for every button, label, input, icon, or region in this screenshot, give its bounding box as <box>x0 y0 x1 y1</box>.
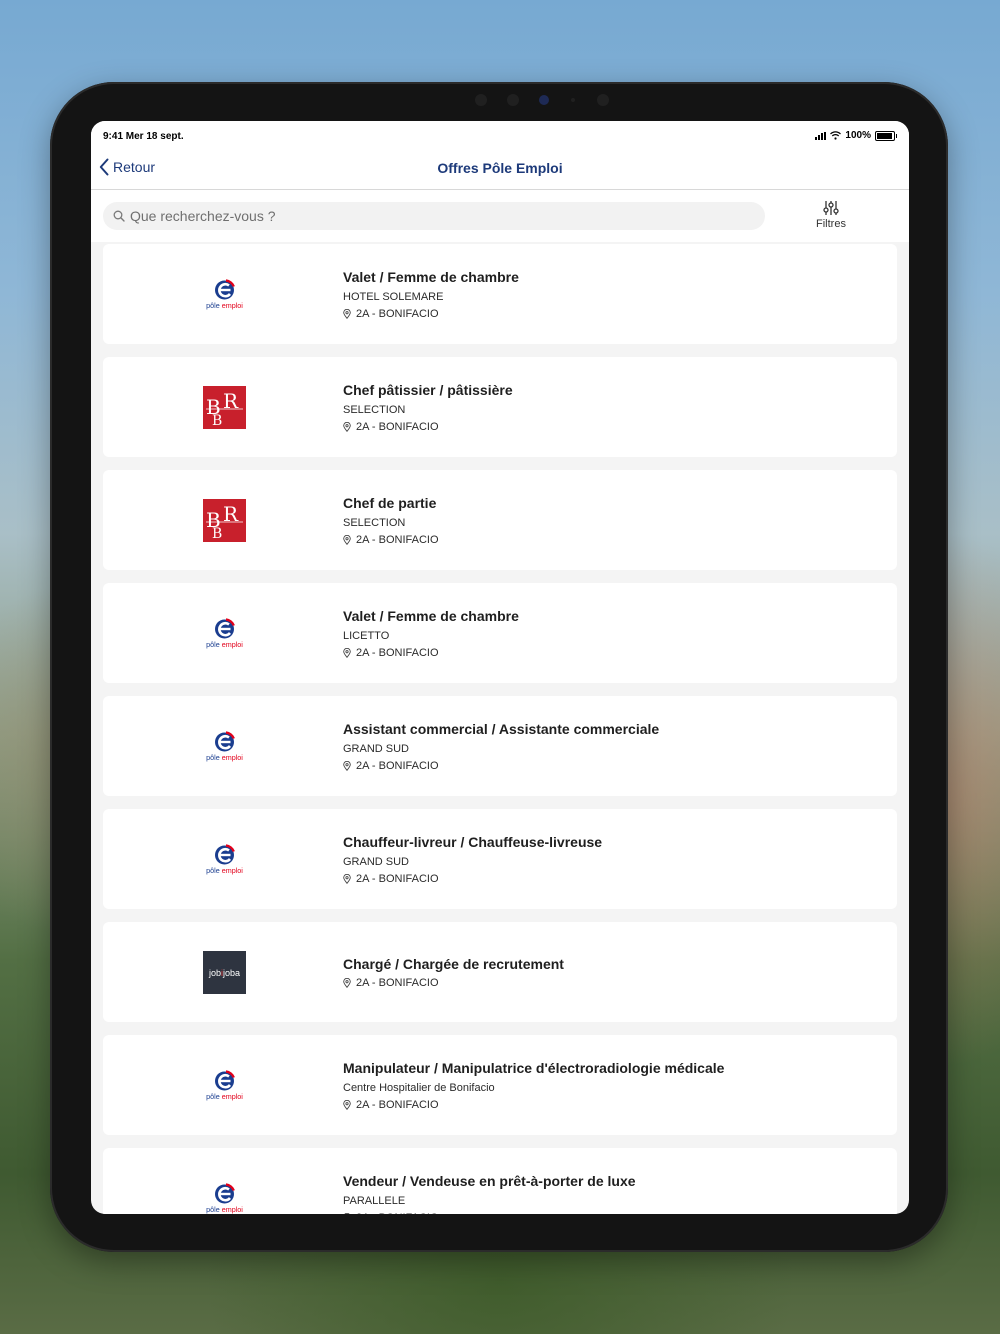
pole-emploi-logo: pôle emploi <box>203 838 246 881</box>
pole-emploi-logo: pôle emploi <box>203 1064 246 1107</box>
search-row: Filtres <box>91 190 909 242</box>
status-bar: 9:41 Mer 18 sept. 100% <box>91 121 909 149</box>
job-location: 2A - BONIFACIO <box>343 647 877 659</box>
filters-label: Filtres <box>816 218 846 230</box>
search-input[interactable] <box>130 208 730 224</box>
job-location: 2A - BONIFACIO <box>343 1099 877 1111</box>
battery-icon <box>875 130 897 141</box>
company-name: HOTEL SOLEMARE <box>343 290 444 303</box>
job-card[interactable]: pôle emploi Assistant commercial / Assis… <box>103 696 897 796</box>
job-card[interactable]: pôle emploi Valet / Femme de chambre LIC… <box>103 583 897 683</box>
svg-text:pôle emploi: pôle emploi <box>206 301 243 310</box>
map-pin-icon <box>343 760 351 771</box>
navigation-bar: Retour Offres Pôle Emploi <box>91 149 909 190</box>
job-info: Valet / Femme de chambre HOTEL SOLEMARE … <box>343 244 877 344</box>
job-location: 2A - BONIFACIO <box>343 760 877 772</box>
svg-text:pôle emploi: pôle emploi <box>206 1205 243 1214</box>
location-text: 2A - BONIFACIO <box>356 1212 439 1215</box>
search-field[interactable] <box>103 202 765 230</box>
company-name: GRAND SUD <box>343 742 410 755</box>
job-card[interactable]: pôle emploi Manipulateur / Manipulatrice… <box>103 1035 897 1135</box>
job-location: 2A - BONIFACIO <box>343 534 877 546</box>
svg-text:pôle emploi: pôle emploi <box>206 1092 243 1101</box>
pole-emploi-logo: pôle emploi <box>203 1177 246 1214</box>
location-text: 2A - BONIFACIO <box>356 646 439 659</box>
location-text: 2A - BONIFACIO <box>356 1098 439 1111</box>
job-card[interactable]: BRB Chef pâtissier / pâtissière SELECTIO… <box>103 357 897 457</box>
job-title: Chauffeur-livreur / Chauffeuse-livreuse <box>343 833 603 850</box>
job-title: Manipulateur / Manipulatrice d'électrora… <box>343 1059 725 1076</box>
app-screen: 9:41 Mer 18 sept. 100% Retour Offres Pôl… <box>91 121 909 1214</box>
job-card[interactable]: pôle emploi Valet / Femme de chambre HOT… <box>103 244 897 344</box>
map-pin-icon <box>343 308 351 319</box>
job-location: 2A - BONIFACIO <box>343 421 877 433</box>
job-title: Valet / Femme de chambre <box>343 268 519 285</box>
map-pin-icon <box>343 873 351 884</box>
job-list: pôle emploi Valet / Femme de chambre HOT… <box>103 244 897 1214</box>
job-info: Valet / Femme de chambre LICETTO 2A - BO… <box>343 583 877 683</box>
bb-logo: BRB <box>203 499 246 542</box>
company-name: LICETTO <box>343 629 390 642</box>
job-title: Chargé / Chargée de recrutement <box>343 955 564 972</box>
svg-text:R: R <box>223 502 239 526</box>
job-info: Chef pâtissier / pâtissière SELECTION 2A… <box>343 357 877 457</box>
map-pin-icon <box>343 1212 351 1214</box>
job-info: Manipulateur / Manipulatrice d'électrora… <box>343 1035 877 1135</box>
jobijoba-logo: job i joba <box>203 951 246 994</box>
company-name: SELECTION <box>343 516 406 529</box>
svg-text:B: B <box>212 413 222 429</box>
job-location: 2A - BONIFACIO <box>343 873 877 885</box>
bb-logo: BRB <box>203 386 246 429</box>
status-indicators: 100% <box>815 130 897 141</box>
camera-bar <box>475 94 615 106</box>
company-name: PARALLELE <box>343 1194 406 1207</box>
pole-emploi-logo: pôle emploi <box>203 725 246 768</box>
job-card[interactable]: pôle emploi Chauffeur-livreur / Chauffeu… <box>103 809 897 909</box>
location-text: 2A - BONIFACIO <box>356 533 439 546</box>
job-info: Assistant commercial / Assistante commer… <box>343 696 877 796</box>
company-name: GRAND SUD <box>343 855 410 868</box>
job-title: Valet / Femme de chambre <box>343 607 519 624</box>
job-card[interactable]: pôle emploi Vendeur / Vendeuse en prêt-à… <box>103 1148 897 1214</box>
map-pin-icon <box>343 647 351 658</box>
svg-text:pôle emploi: pôle emploi <box>206 866 243 875</box>
job-title: Chef pâtissier / pâtissière <box>343 381 513 398</box>
wifi-icon <box>830 131 842 140</box>
job-title: Assistant commercial / Assistante commer… <box>343 720 660 737</box>
map-pin-icon <box>343 977 351 988</box>
job-title: Vendeur / Vendeuse en prêt-à-porter de l… <box>343 1172 636 1189</box>
company-name: Centre Hospitalier de Bonifacio <box>343 1081 495 1094</box>
search-icon <box>113 210 125 222</box>
job-info: Chargé / Chargée de recrutement 2A - BON… <box>343 922 877 1022</box>
svg-text:pôle emploi: pôle emploi <box>206 753 243 762</box>
pole-emploi-logo: pôle emploi <box>203 612 246 655</box>
svg-text:B: B <box>212 526 222 542</box>
status-time: 9:41 Mer 18 sept. <box>103 131 184 142</box>
sliders-icon <box>807 200 855 216</box>
battery-percent: 100% <box>845 130 871 141</box>
location-text: 2A - BONIFACIO <box>356 976 439 989</box>
map-pin-icon <box>343 534 351 545</box>
job-info: Vendeur / Vendeuse en prêt-à-porter de l… <box>343 1148 877 1214</box>
svg-text:pôle emploi: pôle emploi <box>206 640 243 649</box>
location-text: 2A - BONIFACIO <box>356 759 439 772</box>
job-info: Chef de partie SELECTION 2A - BONIFACIO <box>343 470 877 570</box>
map-pin-icon <box>343 1099 351 1110</box>
pole-emploi-logo: pôle emploi <box>203 273 246 316</box>
job-card[interactable]: BRB Chef de partie SELECTION 2A - BONIFA… <box>103 470 897 570</box>
map-pin-icon <box>343 421 351 432</box>
location-text: 2A - BONIFACIO <box>356 872 439 885</box>
location-text: 2A - BONIFACIO <box>356 420 439 433</box>
job-location: 2A - BONIFACIO <box>343 977 877 989</box>
job-title: Chef de partie <box>343 494 437 511</box>
cellular-signal-icon <box>815 131 827 140</box>
location-text: 2A - BONIFACIO <box>356 307 439 320</box>
page-title: Offres Pôle Emploi <box>437 160 563 176</box>
filters-button[interactable]: Filtres <box>807 200 855 230</box>
job-card[interactable]: job i joba Chargé / Chargée de recrutement… <box>103 922 897 1022</box>
job-info: Chauffeur-livreur / Chauffeuse-livreuse … <box>343 809 877 909</box>
company-name: SELECTION <box>343 403 406 416</box>
job-location: 2A - BONIFACIO <box>343 308 877 320</box>
job-location: 2A - BONIFACIO <box>343 1212 877 1215</box>
